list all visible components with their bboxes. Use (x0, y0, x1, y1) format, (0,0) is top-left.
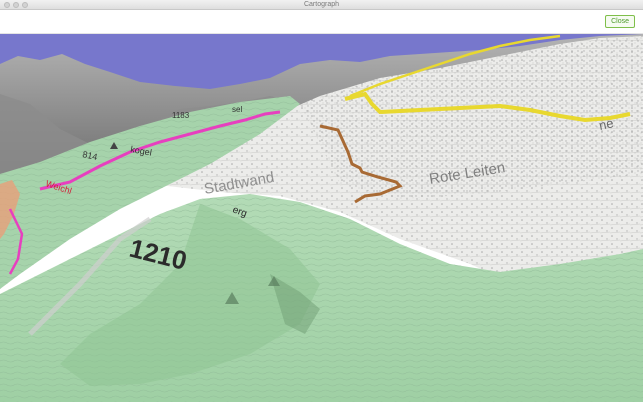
terrain-canvas[interactable]: 1210 814 1183 Weichl kogel Stadtwand Rot… (0, 34, 643, 402)
toolbar: Close (0, 10, 643, 34)
place-label-ne: ne (598, 115, 615, 133)
window-title: Cartograph (303, 1, 340, 8)
app-window: Cartograph Close 1210 814 1183 Weichl ko… (0, 0, 643, 402)
title-bar: Cartograph (0, 0, 643, 10)
map-3d-view[interactable]: 1210 814 1183 Weichl kogel Stadtwand Rot… (0, 34, 643, 402)
place-label-sel: sel (232, 105, 242, 114)
close-button[interactable]: Close (605, 15, 635, 28)
elevation-label-1183: 1183 (172, 111, 190, 120)
